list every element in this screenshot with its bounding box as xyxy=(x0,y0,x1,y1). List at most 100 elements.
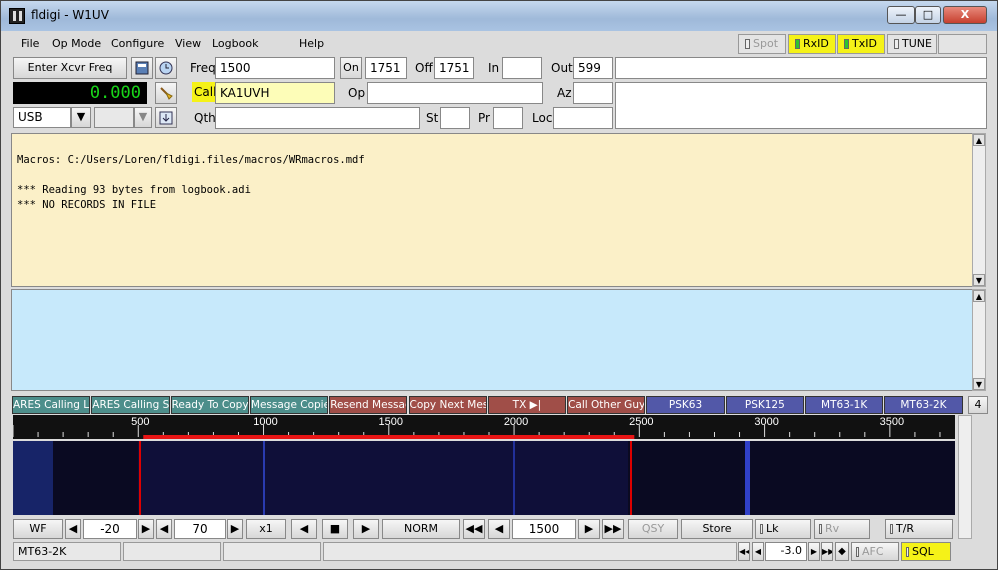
status-field-3 xyxy=(223,542,321,561)
waterfall-scrollbar[interactable] xyxy=(958,415,972,539)
title-bar[interactable]: fldigi - W1UV — □ X xyxy=(1,1,997,31)
range-increase-icon[interactable]: ▶ xyxy=(227,519,243,539)
scroll-up-icon[interactable]: ▲ xyxy=(973,134,985,146)
scale-tick-label: 3000 xyxy=(754,416,778,428)
zoom-button[interactable]: x1 xyxy=(246,519,286,539)
macro-button[interactable]: MT63-1K xyxy=(805,396,884,414)
clock-icon[interactable] xyxy=(155,57,177,79)
lock-toggle[interactable]: Lk xyxy=(755,519,811,539)
macro-button[interactable]: MT63-2K xyxy=(884,396,963,414)
menu-logbook[interactable]: Logbook xyxy=(212,37,258,50)
scroll-left-icon[interactable]: ◀ xyxy=(291,519,317,539)
transmit-text-pane[interactable] xyxy=(11,289,973,391)
afc-toggle[interactable]: AFC xyxy=(851,542,899,561)
rxid-toggle[interactable]: RxID xyxy=(788,34,836,54)
on-button[interactable]: On xyxy=(340,57,362,79)
macro-button[interactable]: Call Other Guy xyxy=(567,396,646,414)
bw-select[interactable] xyxy=(94,107,134,128)
op-field[interactable] xyxy=(367,82,543,104)
fast-forward-icon[interactable]: ▶▶ xyxy=(602,519,624,539)
macro-button[interactable]: PSK125 xyxy=(725,396,804,414)
scroll-right-icon[interactable]: ▶ xyxy=(353,519,379,539)
st-label: St xyxy=(426,111,439,125)
qth-field[interactable] xyxy=(215,107,420,129)
spot-toggle[interactable]: Spot xyxy=(738,34,786,54)
freq-field[interactable]: 1500 xyxy=(215,57,335,79)
menu-help[interactable]: Help xyxy=(299,37,324,50)
notes-top-field[interactable] xyxy=(615,57,987,79)
bw-dropdown-icon[interactable]: ▼ xyxy=(134,107,152,128)
tx-scrollbar[interactable]: ▲ ▼ xyxy=(972,289,986,391)
mode-select[interactable]: USB xyxy=(13,107,71,128)
scroll-up-icon[interactable]: ▲ xyxy=(973,290,985,302)
norm-speed-button[interactable]: NORM xyxy=(382,519,460,539)
off-time-field[interactable]: 1751 xyxy=(434,57,474,79)
memory-icon[interactable] xyxy=(131,57,153,79)
menu-file[interactable]: File xyxy=(21,37,39,50)
macro-page-button[interactable]: 4 xyxy=(968,396,988,414)
az-field[interactable] xyxy=(573,82,613,104)
macro-button[interactable]: PSK63 xyxy=(646,396,725,414)
macro-button[interactable]: Message Copied xyxy=(249,396,329,414)
wf-mode-button[interactable]: WF xyxy=(13,519,63,539)
reverse-toggle[interactable]: Rv xyxy=(814,519,870,539)
carrier-freq-field[interactable]: 1500 xyxy=(512,519,576,539)
afc-left-fast-icon[interactable]: ◀◀ xyxy=(738,542,750,561)
notes-field[interactable] xyxy=(615,82,987,129)
sync-icon[interactable]: ◆ xyxy=(835,542,849,561)
rx-scrollbar[interactable]: ▲ ▼ xyxy=(972,133,986,287)
macro-button[interactable]: Resend Message xyxy=(329,396,408,414)
enter-xcvr-freq-button[interactable]: Enter Xcvr Freq xyxy=(13,57,127,79)
maximize-button[interactable]: □ xyxy=(915,6,941,24)
waterfall-display[interactable] xyxy=(13,441,955,515)
scroll-down-icon[interactable]: ▼ xyxy=(973,378,985,390)
macro-button[interactable]: TX ▶| xyxy=(487,396,567,414)
step-down-icon[interactable]: ◀ xyxy=(488,519,510,539)
on-time-field[interactable]: 1751 xyxy=(365,57,407,79)
mode-dropdown-icon[interactable]: ▼ xyxy=(71,107,91,128)
province-field[interactable] xyxy=(493,107,523,129)
minimize-button[interactable]: — xyxy=(887,6,915,24)
macro-button[interactable]: Ready To Copy xyxy=(170,396,249,414)
ref-level-field[interactable]: -20 xyxy=(83,519,137,539)
scale-tick-label: 1500 xyxy=(379,416,403,428)
afc-right-fast-icon[interactable]: ▶▶ xyxy=(821,542,833,561)
ref-decrease-icon[interactable]: ◀ xyxy=(65,519,81,539)
range-field[interactable]: 70 xyxy=(174,519,226,539)
scroll-down-icon[interactable]: ▼ xyxy=(973,274,985,286)
macro-button[interactable]: Copy Next Messag xyxy=(408,396,487,414)
ref-increase-icon[interactable]: ▶ xyxy=(138,519,154,539)
menu-configure[interactable]: Configure xyxy=(111,37,164,50)
scale-tick-label: 500 xyxy=(131,416,149,428)
freq-label: Freq xyxy=(190,61,216,75)
tr-toggle[interactable]: T/R xyxy=(885,519,953,539)
qsy-button[interactable]: QSY xyxy=(628,519,678,539)
state-field[interactable] xyxy=(440,107,470,129)
menu-opmode[interactable]: Op Mode xyxy=(52,37,101,50)
store-button[interactable]: Store xyxy=(681,519,753,539)
save-icon[interactable] xyxy=(155,107,177,128)
broom-icon[interactable] xyxy=(155,82,177,104)
sql-toggle[interactable]: SQL xyxy=(901,542,951,561)
range-decrease-icon[interactable]: ◀ xyxy=(156,519,172,539)
rst-in-field[interactable] xyxy=(502,57,542,79)
macro-button[interactable]: ARES Calling Shor xyxy=(91,396,170,414)
qth-label: Qth xyxy=(194,111,216,125)
afc-right-icon[interactable]: ▶ xyxy=(808,542,820,561)
fast-reverse-icon[interactable]: ◀◀ xyxy=(463,519,485,539)
pause-icon[interactable]: ■ xyxy=(322,519,348,539)
close-button[interactable]: X xyxy=(943,6,987,24)
afc-left-icon[interactable]: ◀ xyxy=(752,542,764,561)
macro-button[interactable]: ARES Calling Lon xyxy=(12,396,91,414)
tune-toggle[interactable]: TUNE xyxy=(887,34,937,54)
receive-text-pane[interactable]: Macros: C:/Users/Loren/fldigi.files/macr… xyxy=(11,133,973,287)
txid-toggle[interactable]: TxID xyxy=(837,34,885,54)
frequency-display[interactable]: 0.000 xyxy=(13,82,147,104)
menu-view[interactable]: View xyxy=(175,37,201,50)
rst-out-field[interactable]: 599 xyxy=(573,57,613,79)
step-up-icon[interactable]: ▶ xyxy=(578,519,600,539)
frequency-scale[interactable]: 500 1000 1500 2000 2500 3000 3500 xyxy=(12,415,955,439)
call-field[interactable]: KA1UVH xyxy=(215,82,335,104)
locator-field[interactable] xyxy=(553,107,613,129)
afc-value-field[interactable]: -3.0 xyxy=(765,542,807,561)
